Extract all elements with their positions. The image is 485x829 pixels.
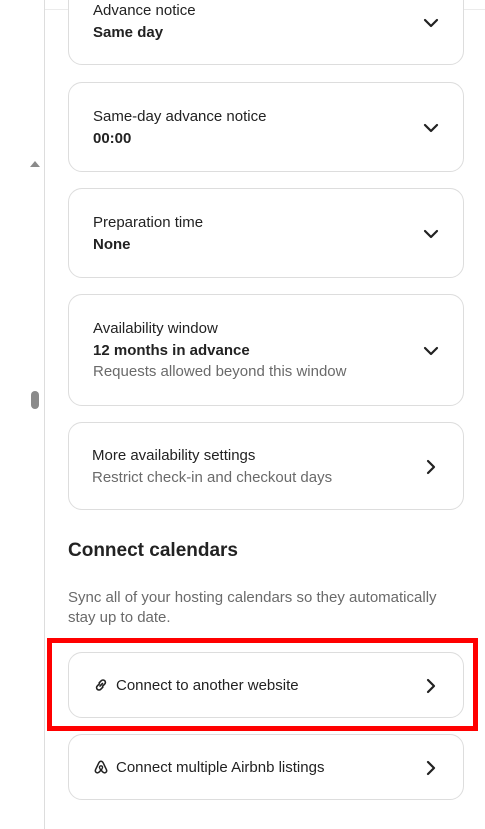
availability-window-dropdown[interactable]: Availability window 12 months in advance… — [68, 294, 464, 406]
connect-multiple-listings-button[interactable]: Connect multiple Airbnb listings — [68, 734, 464, 800]
availability-window-hint: Requests allowed beyond this window — [93, 363, 347, 380]
chevron-right-icon — [423, 760, 439, 776]
connect-another-website-button[interactable]: Connect to another website — [68, 652, 464, 718]
more-settings-hint: Restrict check-in and checkout days — [92, 469, 333, 486]
scroll-thumb[interactable] — [31, 391, 39, 409]
scroll-up-arrow-icon[interactable] — [30, 161, 40, 167]
preparation-time-label: Preparation time — [93, 214, 204, 231]
chevron-right-icon — [423, 459, 439, 475]
advance-notice-dropdown[interactable]: Advance notice Same day — [68, 0, 464, 65]
chevron-right-icon — [423, 678, 439, 694]
page: Advance notice Same day Same-day advance… — [0, 0, 485, 829]
advance-notice-label: Advance notice — [93, 2, 196, 19]
chevron-down-icon — [423, 15, 439, 31]
airbnb-logo-icon — [93, 759, 109, 775]
same-day-notice-value: 00:00 — [93, 130, 132, 147]
availability-window-value: 12 months in advance — [93, 342, 250, 359]
advance-notice-value: Same day — [93, 24, 164, 41]
connect-calendars-heading: Connect calendars — [68, 540, 238, 561]
same-day-advance-notice-dropdown[interactable]: Same-day advance notice 00:00 — [68, 82, 464, 172]
preparation-time-value: None — [93, 236, 131, 253]
more-availability-settings-link[interactable]: More availability settings Restrict chec… — [68, 422, 464, 510]
connect-multiple-listings-label: Connect multiple Airbnb listings — [116, 759, 325, 776]
same-day-notice-label: Same-day advance notice — [93, 108, 267, 125]
chevron-down-icon — [423, 343, 439, 359]
more-settings-label: More availability settings — [92, 447, 256, 464]
link-icon — [93, 677, 109, 693]
chevron-down-icon — [423, 120, 439, 136]
connect-another-website-label: Connect to another website — [116, 677, 299, 694]
scroll-rail[interactable] — [0, 0, 45, 829]
availability-window-label: Availability window — [93, 320, 218, 337]
connect-calendars-description: Sync all of your hosting calendars so th… — [68, 589, 437, 626]
chevron-down-icon — [423, 226, 439, 242]
preparation-time-dropdown[interactable]: Preparation time None — [68, 188, 464, 278]
